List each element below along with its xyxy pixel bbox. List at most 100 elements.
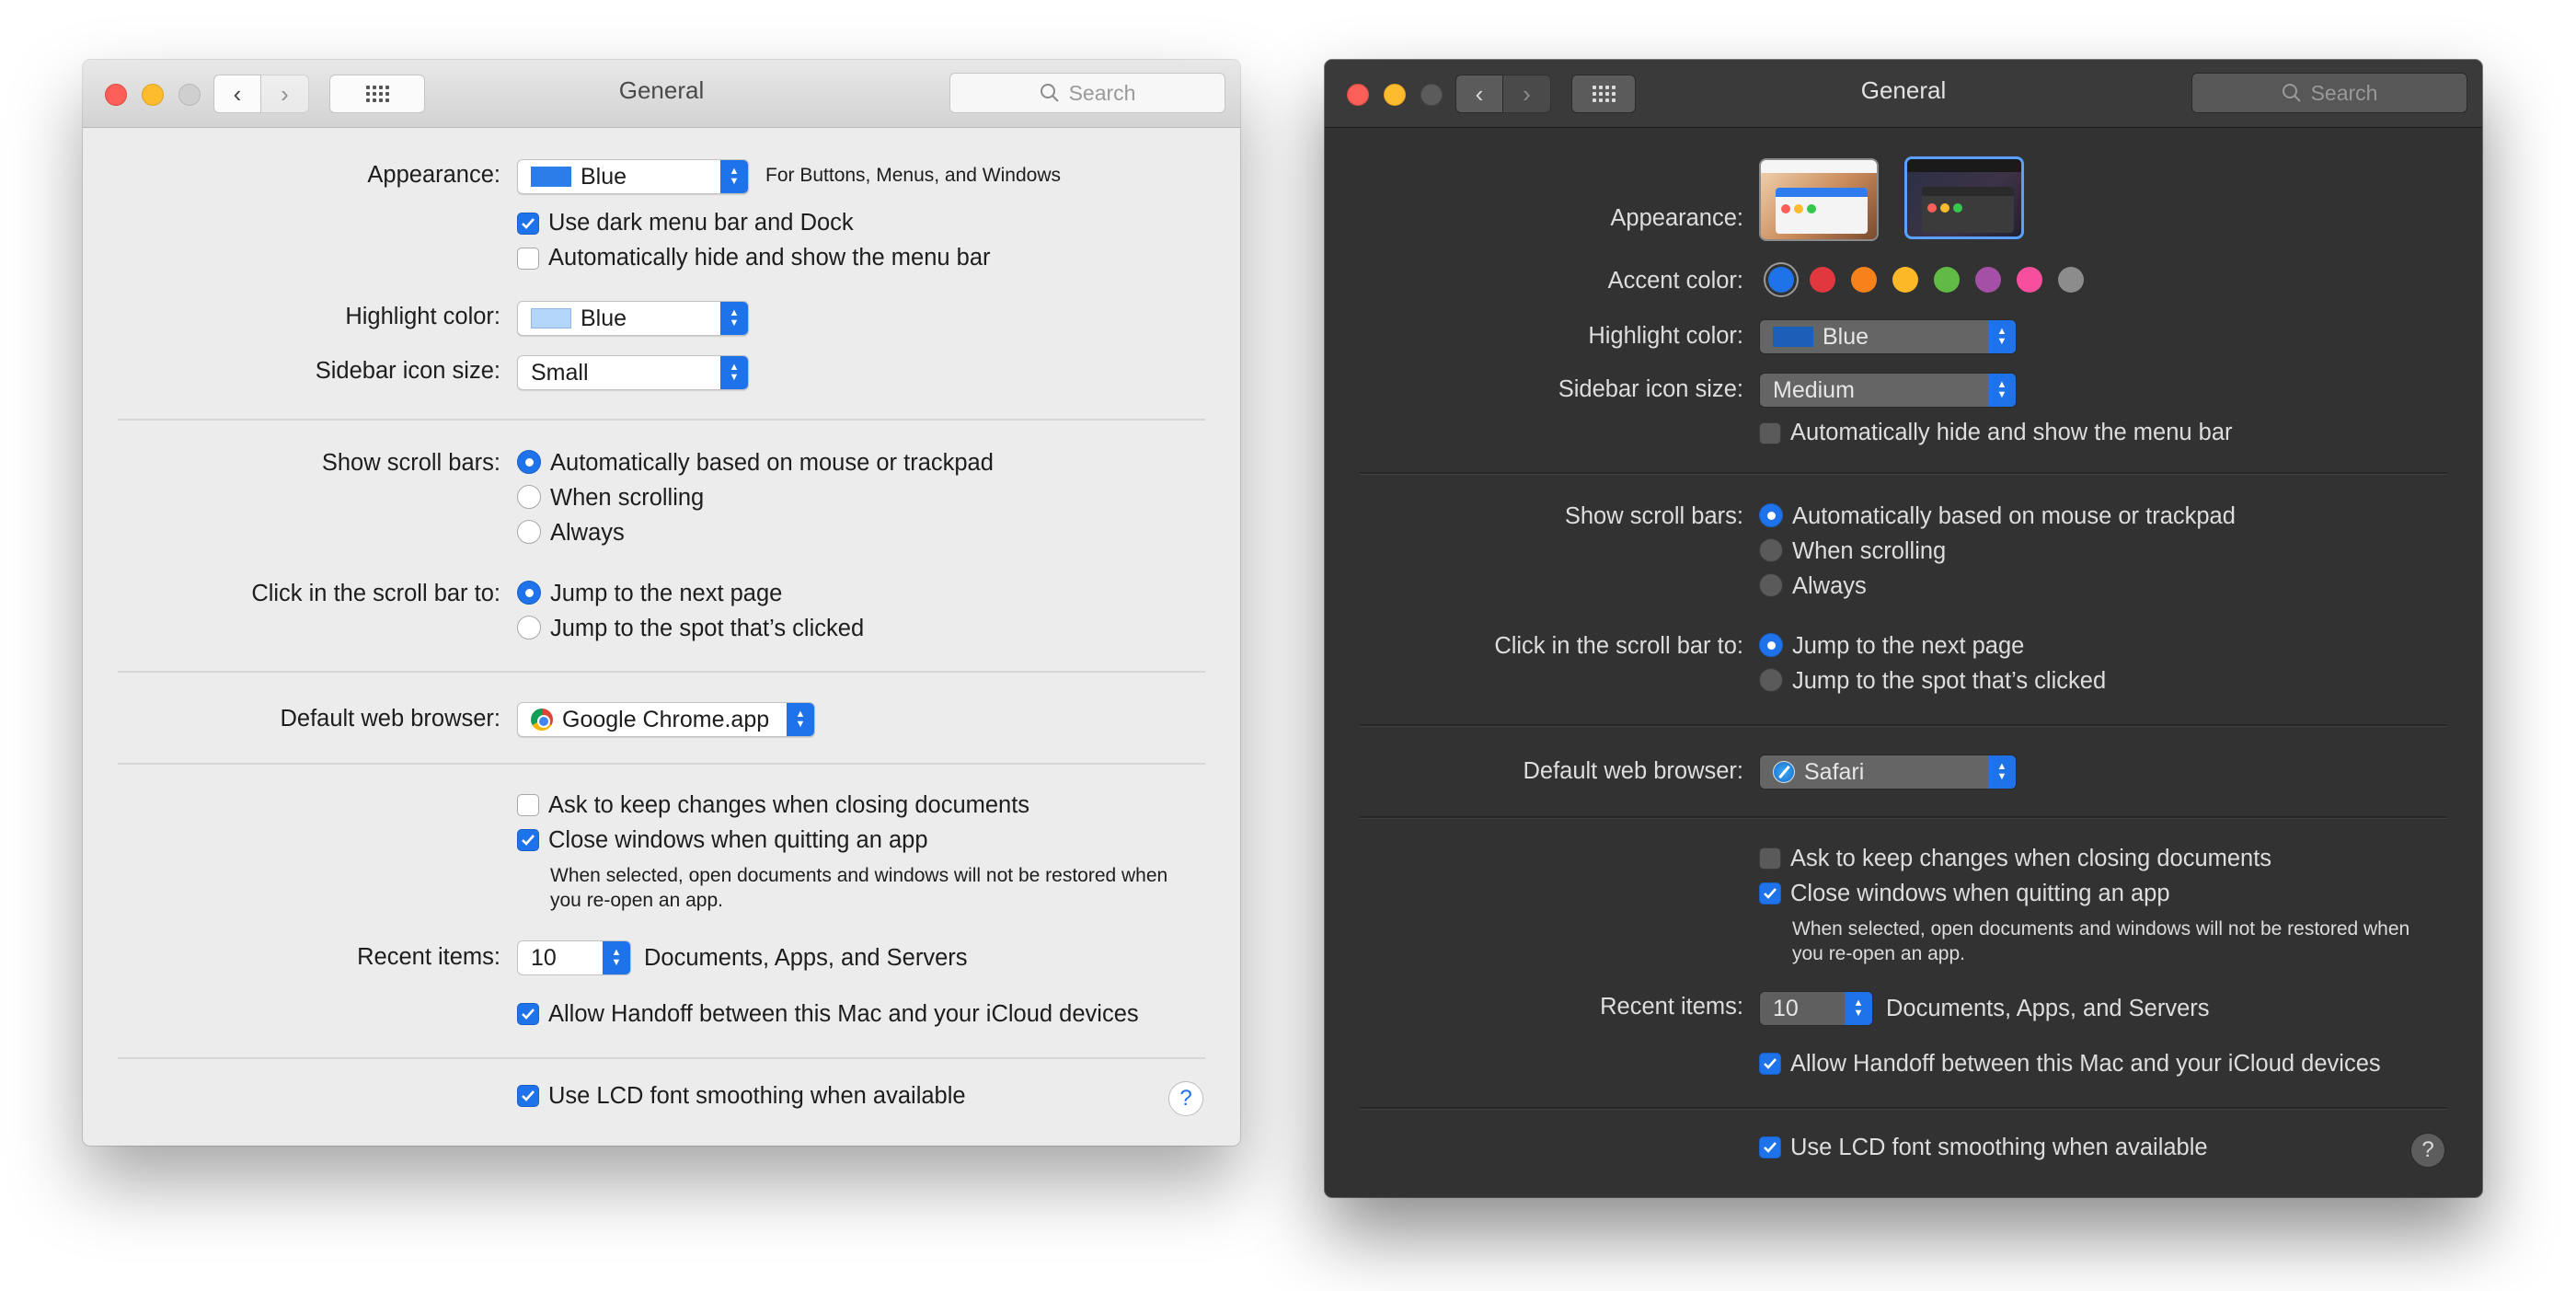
default-browser-value: Safari	[1804, 758, 1865, 785]
appearance-popup[interactable]: Blue ▲ ▼	[517, 159, 749, 194]
accent-purple[interactable]	[1975, 267, 2001, 293]
popup-arrows-icon: ▲ ▼	[1988, 374, 2016, 407]
click-spot-radio[interactable]	[1759, 668, 1783, 692]
safari-icon	[1773, 761, 1795, 783]
recent-items-note: Documents, Apps, and Servers	[644, 945, 968, 971]
appearance-value: Blue	[581, 163, 627, 190]
divider	[1360, 472, 2447, 475]
accent-green[interactable]	[1934, 267, 1960, 293]
highlight-swatch	[1773, 327, 1813, 347]
auto-hide-menubar-label: Automatically hide and show the menu bar	[548, 245, 991, 271]
popup-arrows-icon: ▲ ▼	[1988, 755, 2016, 789]
default-browser-label: Default web browser:	[1523, 758, 1743, 784]
lcd-smoothing-label: Use LCD font smoothing when available	[1790, 1135, 2208, 1160]
help-button[interactable]: ?	[1168, 1081, 1203, 1116]
appearance-note: For Buttons, Menus, and Windows	[765, 165, 1061, 186]
click-spot-label: Jump to the spot that’s clicked	[550, 616, 865, 641]
scroll-auto-label: Automatically based on mouse or trackpad	[1792, 503, 2236, 529]
sidebar-icon-size-label: Sidebar icon size:	[315, 358, 500, 384]
popup-arrows-icon: ▲ ▼	[787, 703, 814, 736]
click-next-page-label: Jump to the next page	[1792, 633, 2025, 659]
ask-keep-changes-checkbox[interactable]	[517, 794, 539, 816]
divider	[1360, 1107, 2447, 1110]
highlight-value: Blue	[1823, 323, 1869, 350]
appearance-dark-option[interactable]	[1904, 156, 2024, 239]
search-field[interactable]: Search	[949, 73, 1225, 113]
highlight-color-popup[interactable]: Blue ▲ ▼	[1759, 319, 2017, 354]
popup-arrows-icon: ▲ ▼	[720, 302, 748, 335]
title-bar: ‹ › General Search	[83, 60, 1240, 128]
highlight-color-label: Highlight color:	[345, 304, 500, 329]
divider	[1360, 724, 2447, 727]
accent-color-label: Accent color:	[1607, 268, 1743, 294]
highlight-color-popup[interactable]: Blue ▲ ▼	[517, 301, 749, 336]
divider	[118, 419, 1205, 421]
lcd-smoothing-checkbox[interactable]	[1759, 1136, 1781, 1158]
close-windows-checkbox[interactable]	[517, 829, 539, 851]
divider	[118, 671, 1205, 673]
recent-items-stepper[interactable]: 10 ▲ ▼	[517, 940, 631, 975]
scroll-auto-radio[interactable]	[1759, 503, 1783, 527]
accent-yellow[interactable]	[1892, 267, 1918, 293]
recent-items-note: Documents, Apps, and Servers	[1886, 996, 2210, 1021]
scroll-always-radio[interactable]	[1759, 573, 1783, 597]
divider	[1360, 816, 2447, 819]
search-icon	[1040, 84, 1059, 102]
click-next-page-radio[interactable]	[517, 581, 541, 605]
handoff-checkbox[interactable]	[517, 1003, 539, 1025]
accent-blue[interactable]	[1768, 267, 1794, 293]
auto-hide-menubar-checkbox[interactable]	[1759, 422, 1781, 444]
highlight-color-label: Highlight color:	[1588, 323, 1743, 349]
accent-orange[interactable]	[1851, 267, 1877, 293]
appearance-swatch	[531, 167, 571, 187]
auto-hide-menubar-checkbox[interactable]	[517, 248, 539, 270]
click-spot-radio[interactable]	[517, 616, 541, 640]
scroll-when-scrolling-radio[interactable]	[517, 485, 541, 509]
default-browser-popup[interactable]: Safari ▲ ▼	[1759, 755, 2017, 790]
click-scroll-bar-label: Click in the scroll bar to:	[251, 581, 500, 606]
scroll-when-scrolling-label: When scrolling	[550, 485, 705, 511]
scroll-always-radio[interactable]	[517, 520, 541, 544]
click-scroll-bar-label: Click in the scroll bar to:	[1494, 633, 1743, 659]
divider	[118, 763, 1205, 765]
scroll-always-label: Always	[550, 520, 625, 546]
appearance-light-option[interactable]	[1759, 158, 1879, 241]
close-windows-label: Close windows when quitting an app	[1790, 881, 2170, 906]
appearance-label: Appearance:	[367, 162, 500, 188]
appearance-label: Appearance:	[1610, 205, 1743, 231]
general-prefs-window-dark: ‹ › General Search Appearance: Accent co…	[1325, 60, 2482, 1197]
recent-items-value: 10	[531, 944, 557, 971]
question-mark-icon: ?	[2421, 1137, 2434, 1162]
lcd-smoothing-checkbox[interactable]	[517, 1085, 539, 1107]
recent-items-stepper[interactable]: 10 ▲ ▼	[1759, 991, 1873, 1026]
accent-pink[interactable]	[2017, 267, 2042, 293]
sidebar-icon-size-popup[interactable]: Small ▲ ▼	[517, 355, 749, 390]
chrome-icon	[531, 709, 553, 731]
sidebar-icon-size-value: Small	[531, 359, 589, 386]
click-next-page-radio[interactable]	[1759, 633, 1783, 657]
accent-graphite[interactable]	[2058, 267, 2084, 293]
auto-hide-menubar-label: Automatically hide and show the menu bar	[1790, 420, 2233, 445]
scroll-when-scrolling-radio[interactable]	[1759, 538, 1783, 562]
search-field[interactable]: Search	[2191, 73, 2467, 113]
scroll-auto-radio[interactable]	[517, 450, 541, 474]
help-button[interactable]: ?	[2410, 1133, 2445, 1168]
close-windows-checkbox[interactable]	[1759, 882, 1781, 905]
search-placeholder: Search	[2310, 80, 2378, 105]
click-next-page-label: Jump to the next page	[550, 581, 783, 606]
highlight-value: Blue	[581, 305, 627, 331]
ask-keep-changes-checkbox[interactable]	[1759, 847, 1781, 870]
stepper-arrows-icon: ▲ ▼	[1845, 992, 1872, 1025]
accent-red[interactable]	[1810, 267, 1835, 293]
default-browser-popup[interactable]: Google Chrome.app ▲ ▼	[517, 702, 815, 737]
title-bar: ‹ › General Search	[1325, 60, 2482, 128]
lcd-smoothing-label: Use LCD font smoothing when available	[548, 1083, 966, 1109]
handoff-label: Allow Handoff between this Mac and your …	[1790, 1051, 2381, 1077]
scroll-when-scrolling-label: When scrolling	[1792, 538, 1947, 564]
popup-arrows-icon: ▲ ▼	[720, 356, 748, 389]
dark-menu-label: Use dark menu bar and Dock	[548, 210, 854, 236]
sidebar-icon-size-popup[interactable]: Medium ▲ ▼	[1759, 373, 2017, 408]
dark-menu-checkbox[interactable]	[517, 213, 539, 235]
close-windows-note: When selected, open documents and window…	[1792, 918, 2410, 964]
handoff-checkbox[interactable]	[1759, 1053, 1781, 1075]
